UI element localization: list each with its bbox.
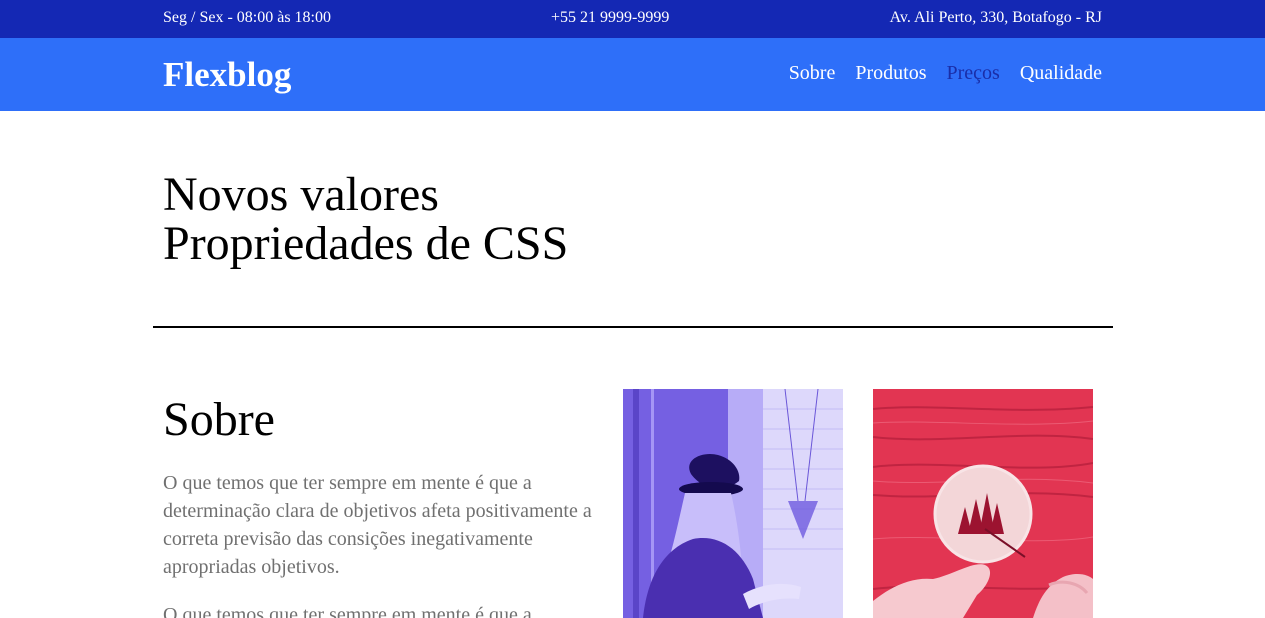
hero-title-line-2: Propriedades de CSS xyxy=(163,217,569,270)
opening-hours: Seg / Sex - 08:00 às 18:00 xyxy=(163,9,331,26)
photo-embroidery xyxy=(873,389,1093,618)
top-info-bar: Seg / Sex - 08:00 às 18:00 +55 21 9999-9… xyxy=(0,0,1265,38)
photo-woman-hat xyxy=(623,389,843,618)
address: Av. Ali Perto, 330, Botafogo - RJ xyxy=(889,9,1102,26)
hero-title-line-1: Novos valores xyxy=(163,168,439,221)
section-divider xyxy=(153,326,1113,328)
nav-link-qualidade[interactable]: Qualidade xyxy=(1020,62,1102,85)
about-paragraph-1: O que temos que ter sempre em mente é qu… xyxy=(163,472,592,578)
nav-link-sobre[interactable]: Sobre xyxy=(789,62,836,85)
phone-number: +55 21 9999-9999 xyxy=(551,9,670,26)
site-header: Flexblog Sobre Produtos Preços Qualidade xyxy=(0,38,1265,111)
about-paragraph-2: O que temos que ter sempre em mente é qu… xyxy=(163,604,532,618)
main-nav: Sobre Produtos Preços Qualidade xyxy=(789,62,1102,85)
nav-link-produtos[interactable]: Produtos xyxy=(855,62,926,85)
hero-title: Novos valores Propriedades de CSS xyxy=(163,170,568,268)
nav-link-precos[interactable]: Preços xyxy=(946,62,999,85)
site-logo[interactable]: Flexblog xyxy=(163,55,291,95)
about-title: Sobre xyxy=(163,393,275,446)
